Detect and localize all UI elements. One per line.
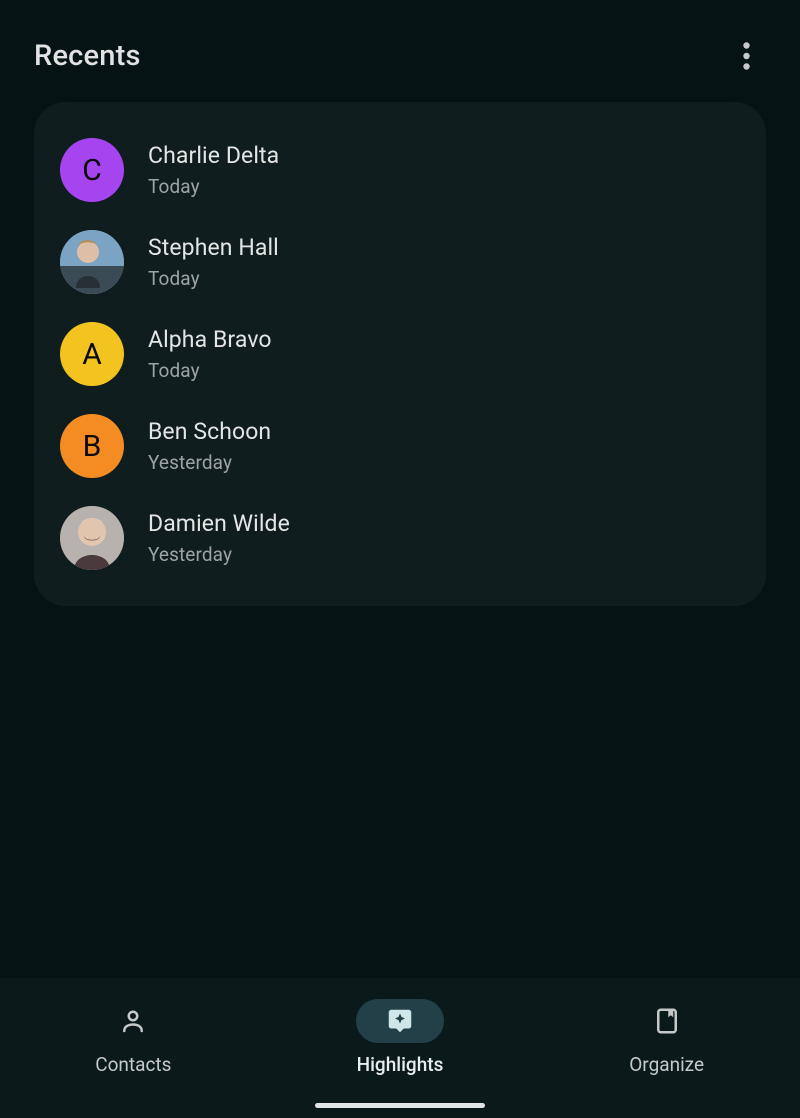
avatar: A bbox=[60, 322, 124, 386]
row-text: Ben Schoon Yesterday bbox=[148, 418, 271, 474]
person-icon bbox=[118, 1006, 148, 1036]
bookmark-icon bbox=[652, 1006, 682, 1036]
contact-time: Today bbox=[148, 359, 272, 382]
nav-contacts[interactable]: Contacts bbox=[33, 999, 233, 1076]
contact-name: Ben Schoon bbox=[148, 418, 271, 445]
more-vert-icon bbox=[743, 42, 750, 70]
contact-name: Damien Wilde bbox=[148, 510, 290, 537]
recent-row[interactable]: Damien Wilde Yesterday bbox=[54, 492, 746, 584]
avatar-letter: A bbox=[82, 337, 102, 372]
avatar: B bbox=[60, 414, 124, 478]
contact-name: Charlie Delta bbox=[148, 142, 279, 169]
avatar bbox=[60, 230, 124, 294]
recents-card: C Charlie Delta Today Stephen Hall Today… bbox=[34, 102, 766, 606]
nav-icon-wrap bbox=[356, 999, 444, 1043]
avatar bbox=[60, 506, 124, 570]
recent-row[interactable]: A Alpha Bravo Today bbox=[54, 308, 746, 400]
nav-highlights[interactable]: Highlights bbox=[300, 999, 500, 1076]
nav-label: Organize bbox=[629, 1053, 704, 1076]
highlight-icon bbox=[385, 1006, 415, 1036]
avatar-letter: C bbox=[82, 153, 102, 188]
home-indicator[interactable] bbox=[315, 1103, 485, 1108]
avatar-letter: B bbox=[83, 429, 102, 464]
contact-name: Alpha Bravo bbox=[148, 326, 272, 353]
contact-time: Yesterday bbox=[148, 451, 271, 474]
page-title: Recents bbox=[34, 39, 141, 73]
row-text: Charlie Delta Today bbox=[148, 142, 279, 198]
nav-icon-wrap bbox=[623, 999, 711, 1043]
row-text: Alpha Bravo Today bbox=[148, 326, 272, 382]
nav-label: Contacts bbox=[95, 1053, 171, 1076]
avatar: C bbox=[60, 138, 124, 202]
bottom-nav: Contacts Highlights Organize bbox=[0, 978, 800, 1118]
recent-row[interactable]: C Charlie Delta Today bbox=[54, 124, 746, 216]
contact-name: Stephen Hall bbox=[148, 234, 279, 261]
contact-time: Today bbox=[148, 175, 279, 198]
nav-organize[interactable]: Organize bbox=[567, 999, 767, 1076]
photo-avatar-icon bbox=[60, 230, 124, 294]
contact-time: Today bbox=[148, 267, 279, 290]
nav-icon-wrap bbox=[89, 999, 177, 1043]
photo-avatar-icon bbox=[60, 506, 124, 570]
contact-time: Yesterday bbox=[148, 543, 290, 566]
row-text: Stephen Hall Today bbox=[148, 234, 279, 290]
nav-label: Highlights bbox=[357, 1053, 444, 1076]
more-options-button[interactable] bbox=[726, 36, 766, 76]
recent-row[interactable]: Stephen Hall Today bbox=[54, 216, 746, 308]
recent-row[interactable]: B Ben Schoon Yesterday bbox=[54, 400, 746, 492]
header: Recents bbox=[0, 0, 800, 102]
row-text: Damien Wilde Yesterday bbox=[148, 510, 290, 566]
